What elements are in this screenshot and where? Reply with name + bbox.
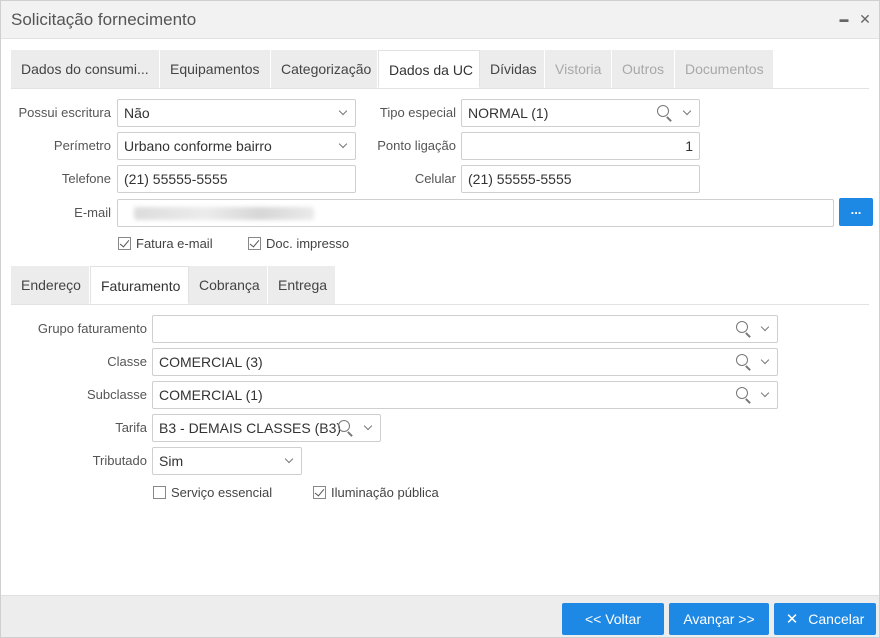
checkbox-checked-icon bbox=[118, 237, 131, 250]
sub-tabs-divider bbox=[11, 304, 869, 305]
dialog-footer: << Voltar Avançar >> ✕ Cancelar bbox=[1, 595, 879, 637]
fatura-email-checkbox[interactable]: Fatura e-mail bbox=[118, 235, 213, 253]
tab-dados-consumidor[interactable]: Dados do consumi... bbox=[11, 50, 160, 88]
subclasse-lookup[interactable]: COMERCIAL (1) bbox=[152, 381, 778, 409]
classe-value: COMERCIAL (3) bbox=[159, 354, 263, 370]
email-input[interactable] bbox=[117, 199, 834, 227]
checkbox-checked-icon bbox=[313, 486, 326, 499]
grupo-faturamento-lookup[interactable] bbox=[152, 315, 778, 343]
chevron-down-icon[interactable] bbox=[759, 382, 773, 408]
tab-outros[interactable]: Outros bbox=[612, 50, 675, 88]
voltar-button[interactable]: << Voltar bbox=[562, 603, 664, 635]
tab-faturamento[interactable]: Faturamento bbox=[90, 266, 189, 304]
tab-entrega[interactable]: Entrega bbox=[268, 266, 336, 304]
tipo-especial-value: NORMAL (1) bbox=[468, 105, 549, 121]
search-icon[interactable] bbox=[337, 419, 355, 437]
dialog-title: Solicitação fornecimento bbox=[11, 10, 197, 29]
ponto-ligacao-label: Ponto ligação bbox=[377, 138, 456, 153]
chevron-down-icon[interactable] bbox=[759, 349, 773, 375]
close-icon[interactable]: ✕ bbox=[857, 10, 873, 28]
close-icon: ✕ bbox=[785, 611, 799, 628]
sub-tabs: Endereço Faturamento Cobrança Entrega bbox=[11, 266, 336, 304]
classe-lookup[interactable]: COMERCIAL (3) bbox=[152, 348, 778, 376]
perimetro-select[interactable]: Urbano conforme bairro bbox=[117, 132, 356, 160]
subclasse-label: Subclasse bbox=[87, 387, 147, 402]
tarifa-value: B3 - DEMAIS CLASSES (B3) bbox=[159, 420, 342, 436]
cancelar-button[interactable]: ✕ Cancelar bbox=[774, 603, 876, 635]
checkbox-unchecked-icon bbox=[153, 486, 166, 499]
chevron-down-icon bbox=[283, 448, 297, 474]
doc-impresso-checkbox[interactable]: Doc. impresso bbox=[248, 235, 349, 253]
tab-vistoria[interactable]: Vistoria bbox=[545, 50, 612, 88]
grupo-faturamento-label: Grupo faturamento bbox=[37, 321, 147, 336]
search-icon[interactable] bbox=[735, 386, 753, 404]
celular-input[interactable]: (21) 55555-5555 bbox=[461, 165, 700, 193]
tab-equipamentos[interactable]: Equipamentos bbox=[160, 50, 271, 88]
avancar-button[interactable]: Avançar >> bbox=[669, 603, 769, 635]
telefone-value: (21) 55555-5555 bbox=[124, 171, 228, 187]
perimetro-label: Perímetro bbox=[53, 138, 111, 153]
tab-documentos[interactable]: Documentos bbox=[675, 50, 774, 88]
tab-endereco[interactable]: Endereço bbox=[11, 266, 90, 304]
possui-escritura-select[interactable]: Não bbox=[117, 99, 356, 127]
main-tabs: Dados do consumi... Equipamentos Categor… bbox=[11, 50, 774, 88]
search-icon[interactable] bbox=[656, 104, 674, 122]
chevron-down-icon bbox=[337, 133, 351, 159]
cancelar-label: Cancelar bbox=[808, 611, 865, 627]
search-icon[interactable] bbox=[735, 353, 753, 371]
doc-impresso-label: Doc. impresso bbox=[266, 236, 350, 251]
telefone-label: Telefone bbox=[61, 171, 111, 186]
fatura-email-label: Fatura e-mail bbox=[136, 236, 213, 251]
perimetro-value: Urbano conforme bairro bbox=[124, 138, 272, 154]
solicitacao-dialog: Solicitação fornecimento ▬ ✕ Dados do co… bbox=[0, 0, 880, 638]
tributado-select[interactable]: Sim bbox=[152, 447, 302, 475]
celular-label: Celular bbox=[414, 171, 456, 186]
subclasse-value: COMERCIAL (1) bbox=[159, 387, 263, 403]
tarifa-label: Tarifa bbox=[115, 420, 147, 435]
title-bar: Solicitação fornecimento ▬ ✕ bbox=[1, 1, 879, 39]
ponto-ligacao-input[interactable]: 1 bbox=[461, 132, 700, 160]
ponto-ligacao-value: 1 bbox=[685, 138, 693, 154]
chevron-down-icon[interactable] bbox=[759, 316, 773, 342]
tab-cobranca[interactable]: Cobrança bbox=[189, 266, 268, 304]
email-label: E-mail bbox=[74, 205, 111, 220]
iluminacao-publica-label: Iluminação pública bbox=[331, 485, 439, 500]
tributado-value: Sim bbox=[159, 453, 184, 469]
chevron-down-icon bbox=[337, 100, 351, 126]
main-tabs-divider bbox=[11, 88, 869, 89]
tarifa-lookup[interactable]: B3 - DEMAIS CLASSES (B3) bbox=[152, 414, 381, 442]
telefone-input[interactable]: (21) 55555-5555 bbox=[117, 165, 356, 193]
iluminacao-publica-checkbox[interactable]: Iluminação pública bbox=[313, 484, 439, 502]
tipo-especial-lookup[interactable]: NORMAL (1) bbox=[461, 99, 700, 127]
classe-label: Classe bbox=[107, 354, 147, 369]
tab-dividas[interactable]: Dívidas bbox=[480, 50, 545, 88]
possui-escritura-label: Possui escritura bbox=[18, 105, 111, 120]
email-more-button[interactable]: ... bbox=[839, 198, 873, 226]
checkbox-checked-icon bbox=[248, 237, 261, 250]
email-redacted bbox=[134, 207, 314, 220]
minimize-icon[interactable]: ▬ bbox=[836, 10, 852, 28]
chevron-down-icon[interactable] bbox=[362, 415, 376, 441]
chevron-down-icon[interactable] bbox=[681, 100, 695, 126]
celular-value: (21) 55555-5555 bbox=[468, 171, 572, 187]
servico-essencial-label: Serviço essencial bbox=[171, 485, 273, 500]
servico-essencial-checkbox[interactable]: Serviço essencial bbox=[153, 484, 272, 502]
tab-dados-uc[interactable]: Dados da UC bbox=[378, 50, 480, 88]
tab-categorizacao[interactable]: Categorização bbox=[271, 50, 378, 88]
tipo-especial-label: Tipo especial bbox=[379, 105, 456, 120]
possui-escritura-value: Não bbox=[124, 105, 150, 121]
search-icon[interactable] bbox=[735, 320, 753, 338]
tributado-label: Tributado bbox=[92, 453, 147, 468]
